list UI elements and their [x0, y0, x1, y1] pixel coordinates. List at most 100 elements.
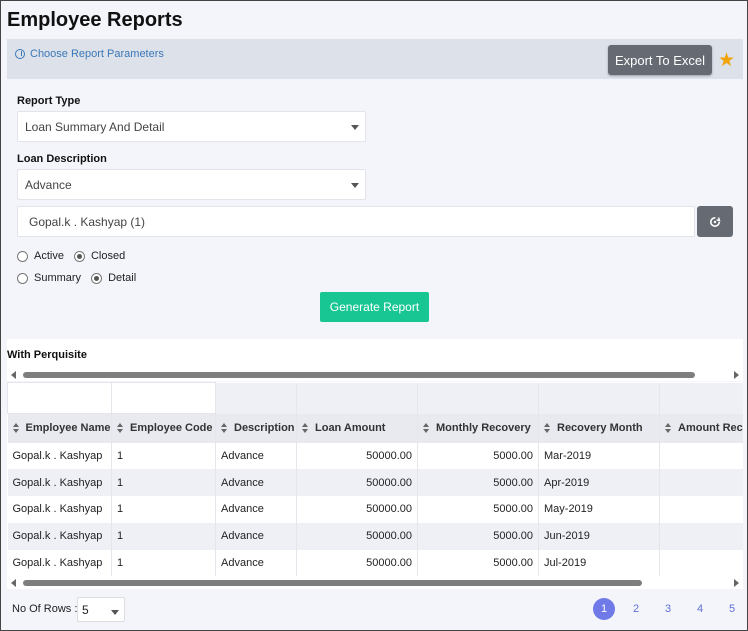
loan-description-label: Loan Description	[17, 153, 107, 165]
sort-icon	[221, 423, 229, 434]
radio-active[interactable]: Active	[17, 250, 64, 262]
table-row[interactable]: Gopal.k . Kashyap 1 Advance 50000.00 5000.00…	[7, 442, 743, 470]
page-button-3[interactable]: 3	[657, 598, 679, 620]
scrollbar-thumb[interactable]	[23, 372, 695, 378]
col-description[interactable]: Description	[215, 413, 297, 443]
export-to-excel-button[interactable]: Export To Excel	[608, 45, 712, 75]
table-cell: 5000.00	[417, 496, 539, 523]
table-cell: 50000.00	[296, 549, 418, 577]
table-cell: 1	[111, 549, 216, 577]
filter-row	[7, 382, 743, 414]
table-row[interactable]: Gopal.k . Kashyap 1 Advance 50000.00 5000.00…	[7, 549, 743, 577]
table-cell: Gopal.k . Kashyap	[7, 549, 112, 577]
table-cell: 5	[659, 469, 743, 497]
bottom-scrollbar[interactable]	[7, 577, 743, 589]
status-radio-group: Active Closed	[17, 250, 135, 262]
chevron-down-icon	[351, 125, 359, 130]
scroll-left-icon[interactable]	[11, 579, 16, 587]
rows-label: No Of Rows :	[12, 603, 78, 615]
table-cell: 50000.00	[296, 496, 418, 523]
section-header	[7, 339, 743, 369]
page-button-5[interactable]: 5	[721, 598, 743, 620]
table-cell: Jul-2019	[538, 549, 660, 577]
header-row: Employee Name Employee Code Description …	[7, 413, 743, 443]
table-cell: 5	[659, 549, 743, 577]
table-cell: 5000.00	[417, 442, 539, 470]
table-cell: Mar-2019	[538, 442, 660, 470]
table-cell: 50000.00	[296, 469, 418, 497]
report-type-select[interactable]: Loan Summary And Detail	[17, 111, 366, 142]
refresh-icon	[710, 216, 721, 227]
info-circle-icon	[15, 49, 25, 59]
table-row[interactable]: Gopal.k . Kashyap 1 Advance 50000.00 5000.00…	[7, 496, 743, 523]
radio-summary[interactable]: Summary	[17, 272, 81, 284]
table-cell: Jun-2019	[538, 522, 660, 550]
table-cell: 1	[111, 469, 216, 497]
col-monthly-recovery[interactable]: Monthly Recovery	[417, 413, 539, 443]
table-cell: Gopal.k . Kashyap	[7, 496, 112, 523]
filter-cell	[215, 382, 297, 414]
chevron-down-icon	[351, 183, 359, 188]
rows-per-page-select[interactable]: 5	[77, 597, 125, 622]
filter-cell[interactable]	[7, 382, 112, 414]
loan-description-select[interactable]: Advance	[17, 169, 366, 200]
radio-summary-label: Summary	[34, 272, 82, 284]
choose-parameters-label: Choose Report Parameters	[30, 48, 164, 60]
chevron-down-icon	[111, 610, 119, 615]
loan-description-value: Advance	[25, 177, 72, 192]
radio-active-control[interactable]	[17, 250, 28, 262]
table-cell: 5	[659, 496, 743, 523]
refresh-button[interactable]	[697, 206, 733, 237]
sort-icon	[302, 423, 310, 434]
employee-input-value: Gopal.k . Kashyap (1)	[29, 214, 146, 229]
generate-report-button[interactable]: Generate Report	[320, 292, 429, 322]
table-cell: Gopal.k . Kashyap	[7, 522, 112, 550]
table-cell: 50000.00	[296, 442, 418, 470]
radio-detail-control[interactable]	[91, 272, 103, 284]
table-cell: 50000.00	[296, 522, 418, 550]
table-cell: 1	[111, 496, 216, 523]
radio-summary-control[interactable]	[17, 272, 28, 284]
col-employee-code[interactable]: Employee Code	[111, 413, 216, 443]
employee-input[interactable]: Gopal.k . Kashyap (1)	[17, 206, 695, 237]
table-cell: Advance	[215, 496, 297, 523]
page-button-4[interactable]: 4	[689, 598, 711, 620]
scroll-left-icon[interactable]	[11, 371, 16, 379]
scroll-right-icon[interactable]	[734, 579, 739, 587]
sort-icon	[117, 423, 125, 434]
scrollbar-thumb[interactable]	[23, 580, 642, 586]
filter-cell	[659, 382, 743, 414]
col-employee-name[interactable]: Employee Name	[7, 413, 112, 443]
table-cell: Gopal.k . Kashyap	[7, 442, 112, 470]
table-cell: 1	[111, 522, 216, 550]
top-scrollbar[interactable]	[7, 369, 743, 381]
radio-closed-label: Closed	[90, 250, 126, 262]
choose-parameters-link[interactable]: Choose Report Parameters	[15, 48, 164, 60]
page-button-1[interactable]: 1	[593, 598, 615, 620]
col-recovery-month[interactable]: Recovery Month	[538, 413, 660, 443]
page-title: Employee Reports	[7, 9, 183, 31]
report-type-value: Loan Summary And Detail	[25, 119, 165, 134]
pagination: 12345	[583, 598, 743, 620]
table-row[interactable]: Gopal.k . Kashyap 1 Advance 50000.00 5000.00…	[7, 522, 743, 550]
page-button-2[interactable]: 2	[625, 598, 647, 620]
grid-footer: No Of Rows : 5 12345	[7, 591, 743, 630]
scroll-right-icon[interactable]	[734, 371, 739, 379]
report-page: Employee Reports Choose Report Parameter…	[0, 0, 748, 631]
table-cell: Gopal.k . Kashyap	[7, 469, 112, 497]
col-loan-amount[interactable]: Loan Amount	[296, 413, 418, 443]
radio-closed-control[interactable]	[73, 250, 85, 262]
star-icon[interactable]: ★	[718, 49, 735, 72]
table-row[interactable]: Gopal.k . Kashyap 1 Advance 50000.00 5000.00…	[7, 469, 743, 497]
filter-cell[interactable]	[111, 382, 216, 414]
radio-closed[interactable]: Closed	[73, 250, 126, 262]
table-cell: 5	[659, 522, 743, 550]
table-cell: 5000.00	[417, 469, 539, 497]
table-cell: 1	[111, 442, 216, 470]
table-cell: Advance	[215, 522, 297, 550]
col-amount-recovered[interactable]: Amount Recovered	[659, 413, 743, 443]
table-cell: 5	[659, 442, 743, 470]
radio-detail[interactable]: Detail	[91, 272, 136, 284]
report-grid: Employee Name Employee Code Description …	[7, 382, 743, 577]
table-cell: Apr-2019	[538, 469, 660, 497]
